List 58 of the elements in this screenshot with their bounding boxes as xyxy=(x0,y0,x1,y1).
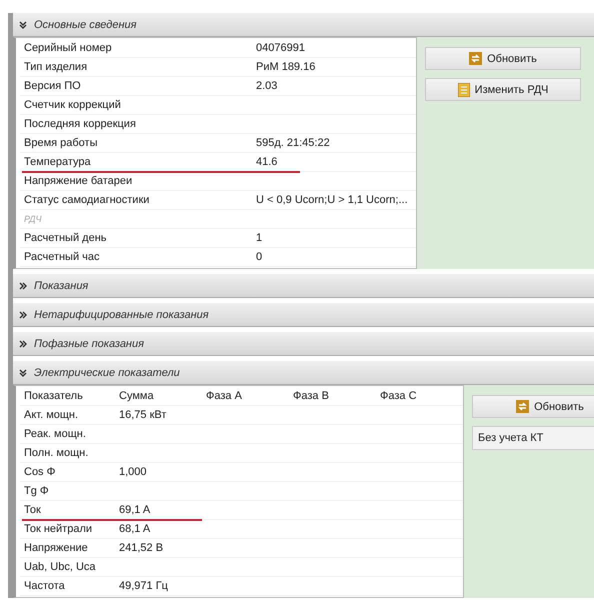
section-header[interactable]: Электрические показатели xyxy=(13,361,594,385)
field-label: Последняя коррекция xyxy=(23,118,137,130)
field-value: 1 xyxy=(255,232,264,244)
column-header: Фаза A xyxy=(205,390,243,402)
table-cell-text: Реак. мощн. xyxy=(23,428,87,440)
field-label: Версия ПО xyxy=(23,80,82,92)
field-label: Статус самодиагностики xyxy=(23,194,150,206)
field-label: Счетчик коррекций xyxy=(23,99,122,111)
section-header[interactable]: Нетарифицированные показания xyxy=(13,303,594,327)
field-value: 2.03 xyxy=(255,80,278,92)
edit-button[interactable]: Изменить РДЧ xyxy=(425,78,581,101)
table-cell-text: Cos Φ xyxy=(23,466,56,478)
section-header[interactable]: Пофазные показания xyxy=(13,332,594,356)
table-cell-text: Полн. мощн. xyxy=(23,447,90,459)
section-header[interactable]: Показания xyxy=(13,274,594,298)
table-cell-text: 1,000 xyxy=(118,466,148,478)
column-header: Показатель xyxy=(23,390,84,402)
section-title: Пофазные показания xyxy=(34,338,144,350)
table-cell-text: Частота xyxy=(23,580,66,592)
field-value: U < 0,9 Ucorn;U > 1,1 Ucorn;... xyxy=(255,194,409,206)
table-cell-text: Акт. мощн. xyxy=(23,409,80,421)
field-value: 04076991 xyxy=(255,42,306,54)
table-cell-text: 49,971 Гц xyxy=(118,580,169,592)
table-cell-text: Tg Φ xyxy=(23,485,50,497)
field-label: Расчетный день xyxy=(23,232,108,244)
field-label: Тип изделия xyxy=(23,61,88,73)
table-cell-text: 241,52 В xyxy=(118,542,164,554)
table-cell-text: 68,1 A xyxy=(118,523,152,535)
refresh-icon xyxy=(516,400,530,413)
refresh-button[interactable]: Обновить xyxy=(472,395,594,418)
field-label: Серийный номер xyxy=(23,42,113,54)
field-value: 0 xyxy=(255,251,264,263)
field-value: 41.6 xyxy=(255,156,278,168)
section-title: Показания xyxy=(34,280,88,292)
table-cell-text: Uab, Ubc, Uca xyxy=(23,561,97,573)
section-title: Нетарифицированные показания xyxy=(34,308,209,320)
table-cell-text: Ток нейтрали xyxy=(23,523,94,535)
field-label: Время работы xyxy=(23,137,99,149)
table-cell-text: 16,75 кВт xyxy=(118,409,168,421)
section-title: Электрические показатели xyxy=(34,366,180,378)
field-label: РДЧ xyxy=(23,214,43,224)
table-cell-text: Напряжение xyxy=(23,542,89,554)
field-label: Напряжение батареи xyxy=(23,175,134,187)
dropdown[interactable]: Без учета КТ xyxy=(472,426,594,450)
refresh-button[interactable]: Обновить xyxy=(425,47,581,70)
document-icon xyxy=(458,82,470,96)
column-header: Фаза C xyxy=(379,390,418,402)
field-value: 595д. 21:45:22 xyxy=(255,137,331,149)
section-title: Основные сведения xyxy=(34,18,137,30)
refresh-icon xyxy=(469,52,482,65)
field-label: Расчетный час xyxy=(23,251,101,263)
table-cell-text: 69,1 A xyxy=(118,504,152,516)
column-header: Фаза B xyxy=(292,390,330,402)
field-value: РиМ 189.16 xyxy=(255,61,316,73)
section-header[interactable]: Основные сведения xyxy=(13,13,594,37)
table-cell-text: Ток xyxy=(23,504,42,516)
field-label: Температура xyxy=(23,156,92,168)
column-header: Сумма xyxy=(118,390,155,402)
